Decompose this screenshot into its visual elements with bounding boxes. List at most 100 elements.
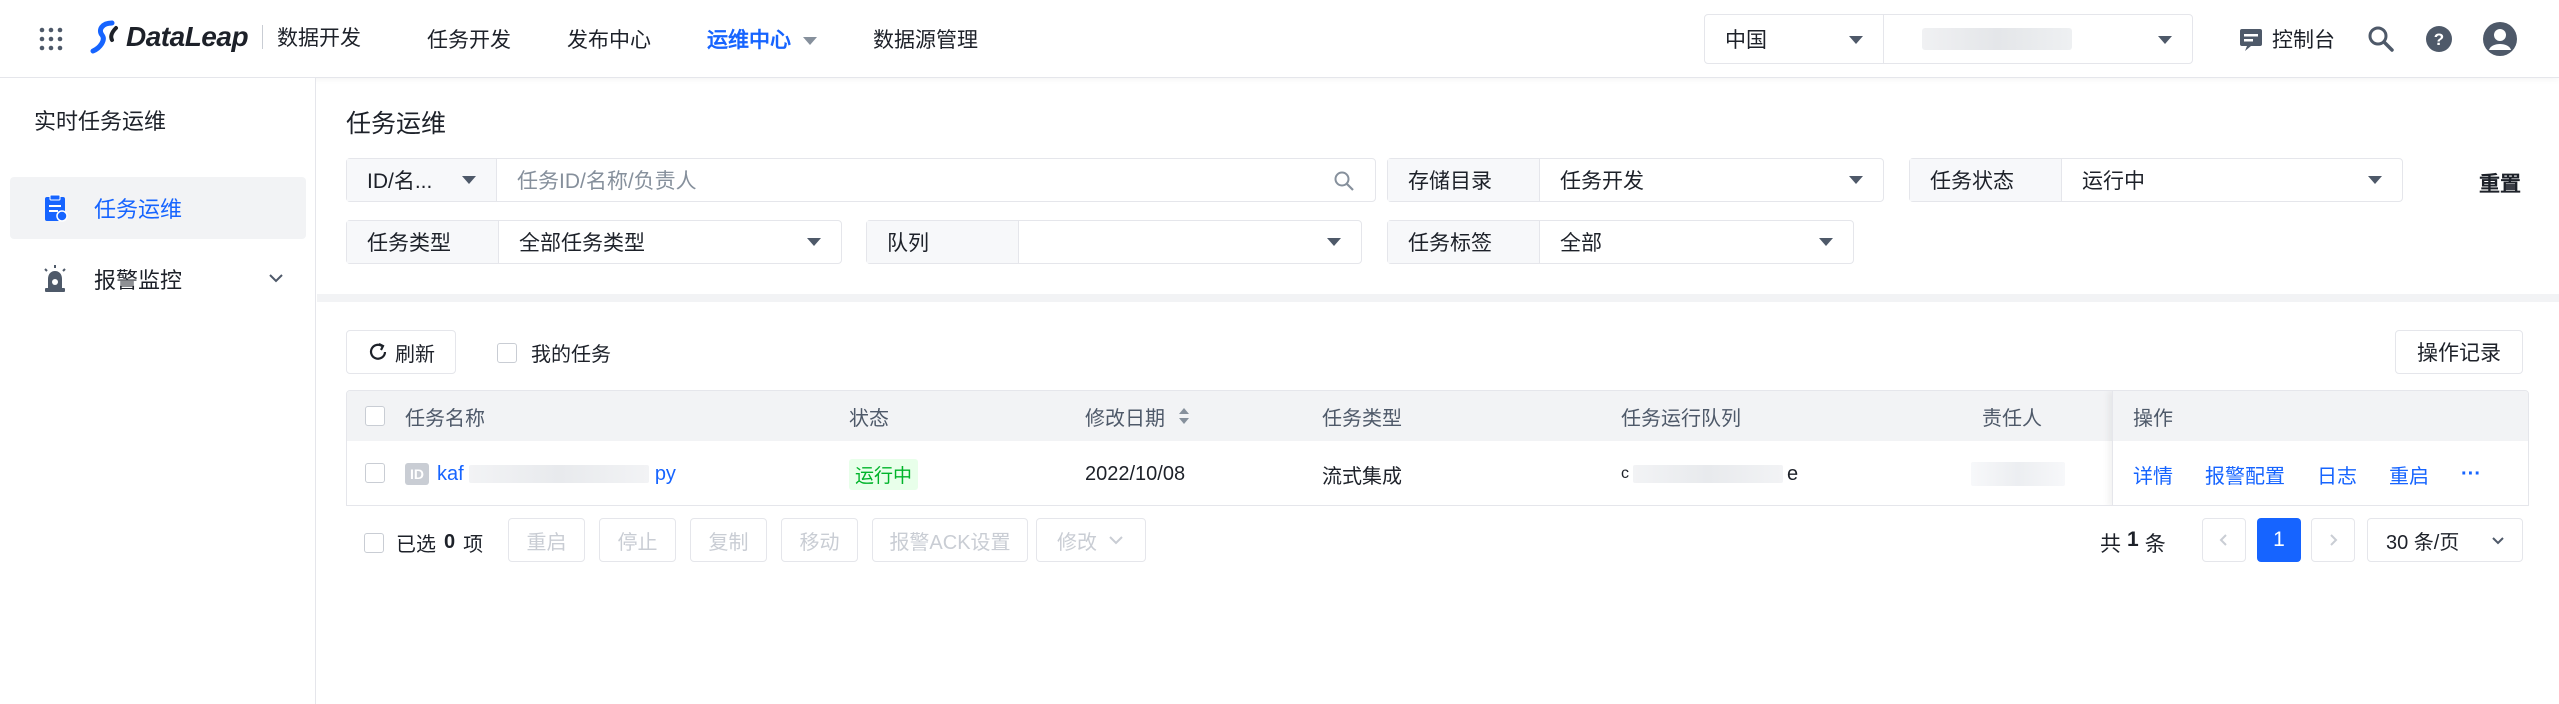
modified-date-cell: 2022/10/08 (1085, 462, 1186, 485)
apps-grid-icon[interactable] (38, 26, 64, 52)
total-count: 共 1 条 (2100, 528, 2166, 558)
sidebar-item-label: 任务运维 (94, 197, 183, 222)
search-placeholder: 任务ID/名称/负责人 (517, 170, 697, 193)
chevron-down-icon (807, 238, 821, 246)
next-page-button[interactable] (2311, 518, 2355, 562)
task-name-link[interactable]: kaf py (437, 463, 676, 486)
task-tag-filter[interactable]: 任务标签 全部 (1387, 220, 1854, 264)
select-all-checkbox[interactable] (365, 406, 385, 426)
page-1-button[interactable]: 1 (2257, 518, 2301, 562)
main-nav: 任务开发 发布中心 运维中心 数据源管理 (427, 0, 1034, 78)
task-tag-value: 全部 (1560, 232, 1602, 255)
nav-publish-center[interactable]: 发布中心 (567, 24, 651, 54)
total-number: 1 (2127, 528, 2139, 551)
selection-summary: 已选 0 项 (364, 528, 483, 557)
batch-stop-button[interactable]: 停止 (599, 518, 676, 562)
operations-column: 操作 详情 报警配置 日志 重启 ··· (2112, 391, 2528, 505)
chevron-left-icon (2219, 534, 2227, 546)
prev-page-button[interactable] (2202, 518, 2246, 562)
batch-modify-button[interactable]: 修改 (1036, 518, 1146, 562)
search-field-select[interactable]: ID/名... (347, 159, 497, 201)
status-cell: 运行中 (849, 441, 919, 505)
queue-select[interactable] (1019, 221, 1361, 263)
footer-select-all-checkbox[interactable] (364, 532, 384, 553)
batch-move-button[interactable]: 移动 (781, 518, 858, 562)
user-avatar-icon[interactable] (2482, 21, 2518, 57)
row-checkbox[interactable] (365, 463, 385, 483)
sidebar: 实时任务运维 任务运维 报警监控 (0, 78, 316, 704)
task-type-select[interactable]: 全部任务类型 (499, 221, 841, 263)
my-tasks-label: 我的任务 (531, 344, 611, 366)
search-filter: ID/名... 任务ID/名称/负责人 (346, 158, 1376, 202)
task-tag-label: 任务标签 (1388, 221, 1540, 263)
redacted-task-name (469, 465, 650, 484)
row-actions: 详情 报警配置 日志 重启 ··· (2133, 441, 2481, 505)
section-divider (317, 294, 2559, 302)
operation-log-button[interactable]: 操作记录 (2395, 330, 2523, 374)
task-type-cell: 流式集成 (1322, 465, 1402, 488)
sidebar-item-label: 报警监控 (94, 268, 183, 293)
col-owner: 责任人 (1982, 407, 2042, 430)
restart-link[interactable]: 重启 (2389, 460, 2429, 489)
storage-dir-filter[interactable]: 存储目录 任务开发 (1387, 158, 1884, 202)
queue-filter[interactable]: 队列 (866, 220, 1362, 264)
batch-alarm-ack-button[interactable]: 报警ACK设置 (872, 518, 1028, 562)
task-status-value: 运行中 (2082, 170, 2145, 193)
task-name-suffix: py (654, 462, 676, 485)
selected-prefix: 已选 (396, 534, 436, 556)
sidebar-item-task-ops[interactable]: 任务运维 (10, 177, 306, 239)
region-value: 中国 (1725, 29, 1767, 52)
nav-task-dev[interactable]: 任务开发 (427, 24, 511, 54)
task-type-label: 任务类型 (347, 221, 499, 263)
reset-button[interactable]: 重置 (2479, 168, 2521, 198)
refresh-label: 刷新 (395, 343, 435, 366)
run-queue-cell: c e (1621, 441, 1798, 505)
page-size-select[interactable]: 30 条/页 (2367, 518, 2523, 562)
storage-dir-select[interactable]: 任务开发 (1540, 159, 1883, 201)
redacted-project-name (1922, 28, 2072, 50)
total-prefix: 共 (2100, 533, 2121, 556)
product-logo[interactable]: DataLeap 数据开发 (90, 20, 361, 54)
refresh-button[interactable]: 刷新 (346, 330, 456, 374)
log-link[interactable]: 日志 (2317, 460, 2357, 489)
search-icon[interactable] (2366, 24, 2396, 54)
task-tag-select[interactable]: 全部 (1540, 221, 1853, 263)
chevron-down-icon (2368, 176, 2382, 184)
search-input[interactable]: 任务ID/名称/负责人 (497, 159, 1375, 201)
owner-cell (1971, 441, 2065, 505)
nav-ops-center-label: 运维中心 (707, 29, 791, 52)
task-type-filter[interactable]: 任务类型 全部任务类型 (346, 220, 842, 264)
logo-separator (262, 25, 264, 49)
chevron-down-icon (1849, 176, 1863, 184)
region-select[interactable]: 中国 (1704, 14, 1884, 64)
more-actions-icon[interactable]: ··· (2461, 463, 2481, 486)
help-icon[interactable]: ? (2424, 24, 2454, 54)
product-name: 数据开发 (277, 27, 362, 50)
console-link[interactable]: 控制台 (2238, 24, 2335, 54)
redacted-queue-name (1633, 465, 1783, 483)
main-content: 任务运维 ID/名... 任务ID/名称/负责人 存储目录 任务开发 任务状态 … (317, 78, 2559, 704)
alarm-config-link[interactable]: 报警配置 (2205, 460, 2285, 489)
nav-datasource-management[interactable]: 数据源管理 (873, 24, 978, 54)
task-status-filter[interactable]: 任务状态 运行中 (1909, 158, 2403, 202)
chevron-down-icon (269, 274, 283, 283)
storage-dir-value: 任务开发 (1560, 170, 1644, 193)
task-status-select[interactable]: 运行中 (2062, 159, 2402, 201)
col-modified-date[interactable]: 修改日期 (1085, 391, 1191, 441)
batch-restart-button[interactable]: 重启 (508, 518, 585, 562)
search-icon[interactable] (1333, 170, 1355, 192)
search-field-label: ID/名... (367, 170, 433, 193)
sidebar-title: 实时任务运维 (34, 109, 167, 134)
col-task-type: 任务类型 (1322, 407, 1402, 430)
nav-ops-center[interactable]: 运维中心 (707, 24, 817, 54)
my-tasks-toggle[interactable]: 我的任务 (497, 338, 611, 367)
detail-link[interactable]: 详情 (2133, 460, 2173, 489)
project-select[interactable] (1883, 14, 2193, 64)
task-name-cell: ID kaf py (405, 441, 676, 505)
my-tasks-checkbox[interactable] (497, 342, 517, 363)
col-run-queue: 任务运行队列 (1621, 407, 1741, 430)
sidebar-item-alarm-monitor[interactable]: 报警监控 (10, 248, 306, 310)
batch-copy-button[interactable]: 复制 (690, 518, 767, 562)
sort-icon[interactable] (1177, 406, 1191, 426)
console-icon (2240, 29, 2262, 51)
